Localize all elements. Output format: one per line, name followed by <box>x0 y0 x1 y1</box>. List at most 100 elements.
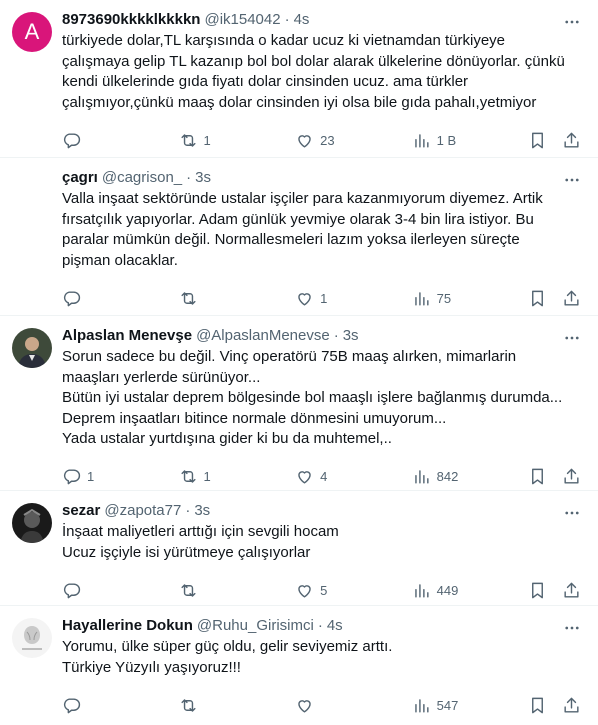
views-chart-icon <box>414 133 429 148</box>
separator-dot: · <box>284 11 290 28</box>
tweet[interactable]: Alpaslan Menevşe @AlpaslanMenevse · 3s S… <box>0 316 598 491</box>
bookmark-button[interactable] <box>528 696 558 715</box>
retweet-icon <box>181 583 196 597</box>
share-icon <box>564 290 579 306</box>
heart-icon <box>298 584 311 598</box>
retweet-button[interactable] <box>179 289 296 308</box>
tweet[interactable]: sezar @zapota77 · 3s İnşaat maliyetleri … <box>0 491 598 606</box>
author-name[interactable]: Hayallerine Dokun <box>62 616 193 636</box>
more-options-icon[interactable] <box>562 12 582 32</box>
reply-icon <box>63 290 81 306</box>
avatar[interactable] <box>12 170 52 210</box>
share-button[interactable] <box>562 696 582 715</box>
like-count: 23 <box>320 132 335 148</box>
avatar[interactable] <box>12 503 52 543</box>
separator-dot: · <box>317 617 323 634</box>
separator-dot: · <box>333 327 339 344</box>
like-count: 5 <box>320 582 328 598</box>
reply-feed: A 8973690kkkklkkkkn @ik154042 · 4s türki… <box>0 0 598 725</box>
bookmark-button[interactable] <box>528 131 558 150</box>
view-count: 842 <box>436 469 459 484</box>
author-handle[interactable]: @ik154042 <box>204 10 280 30</box>
view-count: 449 <box>436 582 459 598</box>
timestamp[interactable]: 3s <box>343 326 359 346</box>
author-name[interactable]: sezar <box>62 501 100 521</box>
author-handle[interactable]: @AlpaslanMenevse <box>196 326 330 346</box>
bookmark-button[interactable] <box>528 467 558 486</box>
bookmark-button[interactable] <box>528 581 558 600</box>
author-name[interactable]: 8973690kkkklkkkkn <box>62 10 200 30</box>
timestamp[interactable]: 3s <box>194 501 210 521</box>
views-button[interactable]: 75 <box>412 289 529 308</box>
retweet-count: 1 <box>203 132 211 148</box>
retweet-icon <box>181 133 196 147</box>
reply-button[interactable] <box>62 696 179 715</box>
reply-button[interactable]: 1 <box>62 467 179 486</box>
bookmark-button[interactable] <box>528 289 558 308</box>
like-button[interactable]: 1 <box>295 289 412 308</box>
like-button[interactable]: 23 <box>295 131 412 150</box>
retweet-count: 1 <box>203 469 211 484</box>
tweet-text: türkiyede dolar,TL karşısında o kadar uc… <box>62 32 565 111</box>
like-button[interactable]: 4 <box>295 467 412 486</box>
author-handle[interactable]: @Ruhu_Girisimci <box>197 616 314 636</box>
heart-icon <box>298 292 311 306</box>
retweet-button[interactable]: 1 <box>179 467 296 486</box>
retweet-button[interactable] <box>179 696 296 715</box>
share-button[interactable] <box>562 131 582 150</box>
share-icon <box>564 697 579 713</box>
tweet-text: Valla inşaat sektöründe ustalar işçiler … <box>62 190 543 269</box>
more-options-icon[interactable] <box>562 170 582 190</box>
bookmark-icon <box>532 290 544 306</box>
share-button[interactable] <box>562 467 582 486</box>
tweet[interactable]: A 8973690kkkklkkkkn @ik154042 · 4s türki… <box>0 0 598 158</box>
avatar[interactable]: A <box>12 12 52 52</box>
like-count: 1 <box>320 290 328 306</box>
more-options-icon[interactable] <box>562 328 582 348</box>
views-chart-icon <box>414 291 429 306</box>
retweet-button[interactable] <box>179 581 296 600</box>
reply-button[interactable] <box>62 581 179 600</box>
author-handle[interactable]: @zapota77 <box>104 501 181 521</box>
bookmark-icon <box>532 697 544 713</box>
like-button[interactable] <box>295 696 412 715</box>
views-button[interactable]: 547 <box>412 696 529 715</box>
timestamp[interactable]: 4s <box>327 616 343 636</box>
share-icon <box>564 582 579 598</box>
retweet-button[interactable]: 1 <box>179 131 296 150</box>
more-options-icon[interactable] <box>562 618 582 638</box>
like-count: 4 <box>320 469 328 484</box>
author-name[interactable]: Alpaslan Menevşe <box>62 326 192 346</box>
action-bar: 547 <box>62 683 582 725</box>
views-button[interactable]: 1 B <box>412 131 529 150</box>
like-button[interactable]: 5 <box>295 581 412 600</box>
action-bar: 1 75 <box>62 276 582 320</box>
avatar[interactable] <box>12 328 52 368</box>
reply-button[interactable] <box>62 131 179 150</box>
more-options-icon[interactable] <box>562 503 582 523</box>
timestamp[interactable]: 4s <box>294 10 310 30</box>
avatar[interactable] <box>12 618 52 658</box>
action-bar: 1 23 1 B <box>62 118 582 162</box>
reply-icon <box>63 132 81 148</box>
author-name[interactable]: çagrı <box>62 168 98 188</box>
views-button[interactable]: 842 <box>412 467 529 486</box>
tweet[interactable]: Hayallerine Dokun @Ruhu_Girisimci · 4s Y… <box>0 606 598 725</box>
reply-button[interactable] <box>62 289 179 308</box>
reply-count: 1 <box>87 469 95 484</box>
separator-dot: · <box>185 502 191 519</box>
view-count: 547 <box>436 697 459 713</box>
views-button[interactable]: 449 <box>412 581 529 600</box>
tweet[interactable]: çagrı @cagrison_ · 3s Valla inşaat sektö… <box>0 158 598 316</box>
bookmark-icon <box>532 582 544 598</box>
views-chart-icon <box>414 583 429 598</box>
bookmark-icon <box>532 468 544 485</box>
views-chart-icon <box>414 698 429 713</box>
heart-icon <box>298 471 311 484</box>
views-chart-icon <box>414 470 429 484</box>
timestamp[interactable]: 3s <box>195 168 211 188</box>
reply-icon <box>63 697 81 713</box>
share-button[interactable] <box>562 581 582 600</box>
share-button[interactable] <box>562 289 582 308</box>
author-handle[interactable]: @cagrison_ <box>102 168 182 188</box>
